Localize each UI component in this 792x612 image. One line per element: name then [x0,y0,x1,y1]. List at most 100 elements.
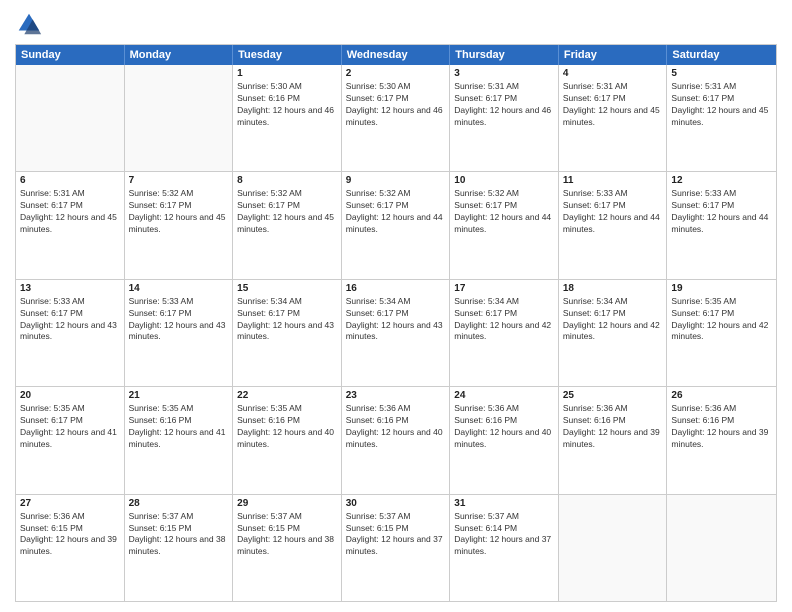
day-number: 18 [563,283,663,294]
cell-info: Sunrise: 5:32 AMSunset: 6:17 PMDaylight:… [454,188,554,236]
day-number: 9 [346,175,446,186]
day-number: 13 [20,283,120,294]
cell-info: Sunrise: 5:30 AMSunset: 6:16 PMDaylight:… [237,81,337,129]
week-row-1: 6 Sunrise: 5:31 AMSunset: 6:17 PMDaylight… [16,171,776,278]
day-number: 27 [20,498,120,509]
day-number: 11 [563,175,663,186]
day-cell-26: 26 Sunrise: 5:36 AMSunset: 6:16 PMDayligh… [667,387,776,493]
day-cell-31: 31 Sunrise: 5:37 AMSunset: 6:14 PMDayligh… [450,495,559,601]
day-number: 31 [454,498,554,509]
day-number: 16 [346,283,446,294]
cell-info: Sunrise: 5:37 AMSunset: 6:15 PMDaylight:… [129,511,229,559]
header-day-thursday: Thursday [450,45,559,65]
day-number: 3 [454,68,554,79]
cell-info: Sunrise: 5:33 AMSunset: 6:17 PMDaylight:… [563,188,663,236]
cell-info: Sunrise: 5:36 AMSunset: 6:15 PMDaylight:… [20,511,120,559]
day-number: 19 [671,283,772,294]
day-cell-20: 20 Sunrise: 5:35 AMSunset: 6:17 PMDayligh… [16,387,125,493]
day-cell-9: 9 Sunrise: 5:32 AMSunset: 6:17 PMDaylight… [342,172,451,278]
day-cell-8: 8 Sunrise: 5:32 AMSunset: 6:17 PMDaylight… [233,172,342,278]
day-cell-29: 29 Sunrise: 5:37 AMSunset: 6:15 PMDayligh… [233,495,342,601]
day-cell-10: 10 Sunrise: 5:32 AMSunset: 6:17 PMDayligh… [450,172,559,278]
cell-info: Sunrise: 5:34 AMSunset: 6:17 PMDaylight:… [563,296,663,344]
cell-info: Sunrise: 5:37 AMSunset: 6:14 PMDaylight:… [454,511,554,559]
cell-info: Sunrise: 5:34 AMSunset: 6:17 PMDaylight:… [346,296,446,344]
cell-info: Sunrise: 5:35 AMSunset: 6:16 PMDaylight:… [237,403,337,451]
day-cell-24: 24 Sunrise: 5:36 AMSunset: 6:16 PMDayligh… [450,387,559,493]
header-day-monday: Monday [125,45,234,65]
calendar-header: SundayMondayTuesdayWednesdayThursdayFrid… [16,45,776,65]
day-number: 23 [346,390,446,401]
day-number: 29 [237,498,337,509]
day-cell-15: 15Sunrise: 5:34 AMSunset: 6:17 PMDayligh… [233,280,342,386]
empty-cell [125,65,234,171]
day-number: 7 [129,175,229,186]
day-cell-13: 13 Sunrise: 5:33 AMSunset: 6:17 PMDayligh… [16,280,125,386]
cell-info: Sunrise: 5:31 AMSunset: 6:17 PMDaylight:… [563,81,663,129]
cell-info: Sunrise: 5:36 AMSunset: 6:16 PMDaylight:… [671,403,772,451]
logo [15,10,47,38]
cell-info: Sunrise: 5:31 AMSunset: 6:17 PMDaylight:… [454,81,554,129]
header-day-wednesday: Wednesday [342,45,451,65]
day-cell-14: 14Sunrise: 5:33 AMSunset: 6:17 PMDayligh… [125,280,234,386]
cell-info: Sunrise: 5:35 AMSunset: 6:17 PMDaylight:… [671,296,772,344]
day-number: 26 [671,390,772,401]
day-number: 20 [20,390,120,401]
day-number: 15 [237,283,337,294]
day-number: 22 [237,390,337,401]
empty-cell [559,495,668,601]
cell-info: Sunrise: 5:36 AMSunset: 6:16 PMDaylight:… [454,403,554,451]
cell-info: Sunrise: 5:35 AMSunset: 6:17 PMDaylight:… [20,403,120,451]
day-number: 24 [454,390,554,401]
day-number: 1 [237,68,337,79]
week-row-2: 13 Sunrise: 5:33 AMSunset: 6:17 PMDayligh… [16,279,776,386]
day-number: 6 [20,175,120,186]
day-cell-17: 17Sunrise: 5:34 AMSunset: 6:17 PMDayligh… [450,280,559,386]
cell-info: Sunrise: 5:37 AMSunset: 6:15 PMDaylight:… [237,511,337,559]
day-cell-27: 27 Sunrise: 5:36 AMSunset: 6:15 PMDayligh… [16,495,125,601]
day-number: 5 [671,68,772,79]
empty-cell [16,65,125,171]
day-number: 8 [237,175,337,186]
day-cell-19: 19 Sunrise: 5:35 AMSunset: 6:17 PMDayligh… [667,280,776,386]
cell-info: Sunrise: 5:32 AMSunset: 6:17 PMDaylight:… [346,188,446,236]
day-cell-23: 23 Sunrise: 5:36 AMSunset: 6:16 PMDayligh… [342,387,451,493]
day-cell-1: 1 Sunrise: 5:30 AMSunset: 6:16 PMDaylight… [233,65,342,171]
header-day-sunday: Sunday [16,45,125,65]
day-cell-12: 12 Sunrise: 5:33 AMSunset: 6:17 PMDayligh… [667,172,776,278]
cell-info: Sunrise: 5:33 AMSunset: 6:17 PMDaylight:… [20,296,120,344]
day-number: 10 [454,175,554,186]
header-day-saturday: Saturday [667,45,776,65]
header [15,10,777,38]
day-cell-30: 30Sunrise: 5:37 AMSunset: 6:15 PMDayligh… [342,495,451,601]
day-cell-25: 25Sunrise: 5:36 AMSunset: 6:16 PMDayligh… [559,387,668,493]
empty-cell [667,495,776,601]
day-cell-18: 18 Sunrise: 5:34 AMSunset: 6:17 PMDayligh… [559,280,668,386]
day-cell-4: 4Sunrise: 5:31 AMSunset: 6:17 PMDaylight… [559,65,668,171]
cell-info: Sunrise: 5:36 AMSunset: 6:16 PMDaylight:… [346,403,446,451]
cell-info: Sunrise: 5:33 AMSunset: 6:17 PMDaylight:… [671,188,772,236]
calendar-body: 1 Sunrise: 5:30 AMSunset: 6:16 PMDaylight… [16,65,776,601]
day-cell-7: 7 Sunrise: 5:32 AMSunset: 6:17 PMDaylight… [125,172,234,278]
cell-info: Sunrise: 5:31 AMSunset: 6:17 PMDaylight:… [20,188,120,236]
week-row-4: 27 Sunrise: 5:36 AMSunset: 6:15 PMDayligh… [16,494,776,601]
day-cell-6: 6 Sunrise: 5:31 AMSunset: 6:17 PMDaylight… [16,172,125,278]
cell-info: Sunrise: 5:32 AMSunset: 6:17 PMDaylight:… [237,188,337,236]
day-number: 28 [129,498,229,509]
cell-info: Sunrise: 5:37 AMSunset: 6:15 PMDaylight:… [346,511,446,559]
week-row-3: 20 Sunrise: 5:35 AMSunset: 6:17 PMDayligh… [16,386,776,493]
day-cell-16: 16 Sunrise: 5:34 AMSunset: 6:17 PMDayligh… [342,280,451,386]
day-number: 17 [454,283,554,294]
day-cell-22: 22 Sunrise: 5:35 AMSunset: 6:16 PMDayligh… [233,387,342,493]
cell-info: Sunrise: 5:30 AMSunset: 6:17 PMDaylight:… [346,81,446,129]
day-number: 25 [563,390,663,401]
logo-icon [15,10,43,38]
day-cell-5: 5Sunrise: 5:31 AMSunset: 6:17 PMDaylight… [667,65,776,171]
page: SundayMondayTuesdayWednesdayThursdayFrid… [0,0,792,612]
header-day-tuesday: Tuesday [233,45,342,65]
cell-info: Sunrise: 5:35 AMSunset: 6:16 PMDaylight:… [129,403,229,451]
cell-info: Sunrise: 5:32 AMSunset: 6:17 PMDaylight:… [129,188,229,236]
day-cell-3: 3 Sunrise: 5:31 AMSunset: 6:17 PMDaylight… [450,65,559,171]
day-number: 12 [671,175,772,186]
week-row-0: 1 Sunrise: 5:30 AMSunset: 6:16 PMDaylight… [16,65,776,171]
